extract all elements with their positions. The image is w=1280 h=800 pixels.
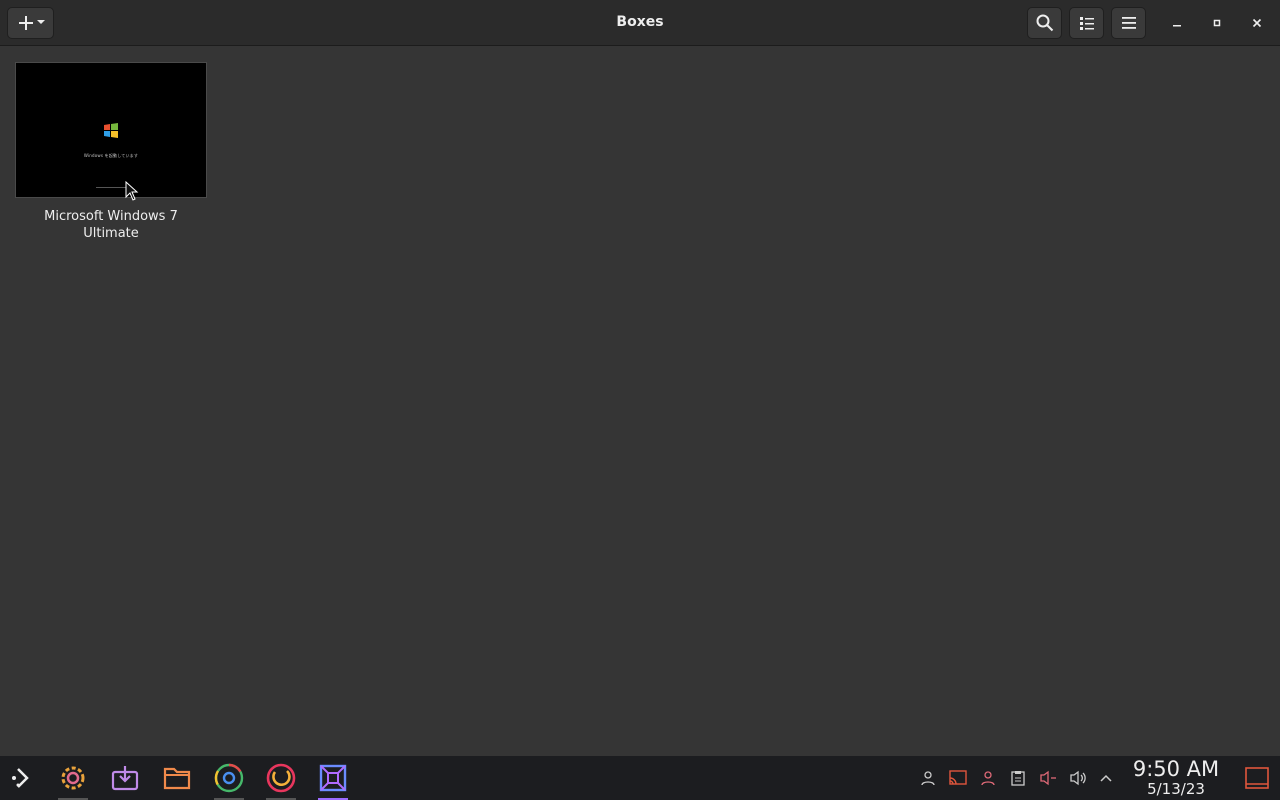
close-button[interactable]: [1244, 10, 1270, 36]
main-menu-button[interactable]: [1111, 7, 1146, 39]
maximize-button[interactable]: [1204, 10, 1230, 36]
search-button[interactable]: [1027, 7, 1062, 39]
chrome-icon: [214, 763, 244, 793]
volume-icon: [1070, 770, 1086, 786]
tray-expand[interactable]: [1096, 768, 1116, 788]
taskbar-boxes[interactable]: [316, 761, 350, 800]
firefox-icon: [266, 763, 296, 793]
box-thumbnail[interactable]: Windows を起動しています: [15, 62, 207, 198]
tray-person[interactable]: [978, 768, 998, 788]
list-view-button[interactable]: [1069, 7, 1104, 39]
clock-date[interactable]: 5/13/23: [1126, 780, 1226, 798]
cast-icon: [949, 770, 967, 785]
tray-cast[interactable]: [948, 768, 968, 788]
box-name-line1: Microsoft Windows 7: [44, 209, 178, 224]
person-icon: [981, 771, 995, 786]
tray-clipboard[interactable]: [1008, 768, 1028, 788]
thumbnail-status-bar: [96, 187, 126, 188]
tray-user[interactable]: [918, 768, 938, 788]
settings-gear-icon: [61, 766, 85, 790]
box-name[interactable]: Microsoft Windows 7 Ultimate: [14, 208, 208, 242]
list-view-icon: [1079, 17, 1094, 30]
thumbnail-boot-text: Windows を起動しています: [83, 153, 139, 158]
tray-volume[interactable]: [1068, 768, 1088, 788]
taskbar: [0, 756, 1280, 800]
minimize-button[interactable]: [1164, 10, 1190, 36]
mouse-cursor-icon: [125, 181, 139, 201]
header-bar: Boxes: [0, 0, 1280, 46]
taskbar-chrome[interactable]: [212, 761, 246, 800]
launcher-button[interactable]: [6, 761, 40, 795]
clipboard-icon: [1011, 771, 1025, 786]
show-desktop-icon: [1245, 767, 1269, 789]
taskbar-firefox[interactable]: [264, 761, 298, 800]
close-icon: [1252, 18, 1262, 28]
show-desktop-button[interactable]: [1245, 766, 1269, 790]
boxes-icon: [319, 764, 347, 792]
user-icon: [921, 771, 935, 786]
steam-deck-launcher-icon: [12, 768, 29, 788]
clock-time[interactable]: 9:50 AM: [1126, 757, 1226, 781]
maximize-icon: [1213, 19, 1221, 27]
taskbar-files[interactable]: [160, 761, 194, 795]
expand-arrow-icon: [1100, 774, 1112, 782]
box-name-line2: Ultimate: [83, 226, 139, 241]
taskbar-discover[interactable]: [108, 761, 142, 795]
folder-icon: [163, 767, 191, 790]
software-center-icon: [111, 766, 139, 791]
minimize-icon: [1173, 25, 1181, 27]
windows-logo-icon: [104, 123, 118, 138]
search-icon: [1036, 14, 1053, 32]
tray-microphone[interactable]: [1038, 768, 1058, 788]
taskbar-settings[interactable]: [56, 761, 90, 800]
microphone-muted-icon: [1040, 770, 1056, 786]
hamburger-menu-icon: [1121, 17, 1136, 29]
